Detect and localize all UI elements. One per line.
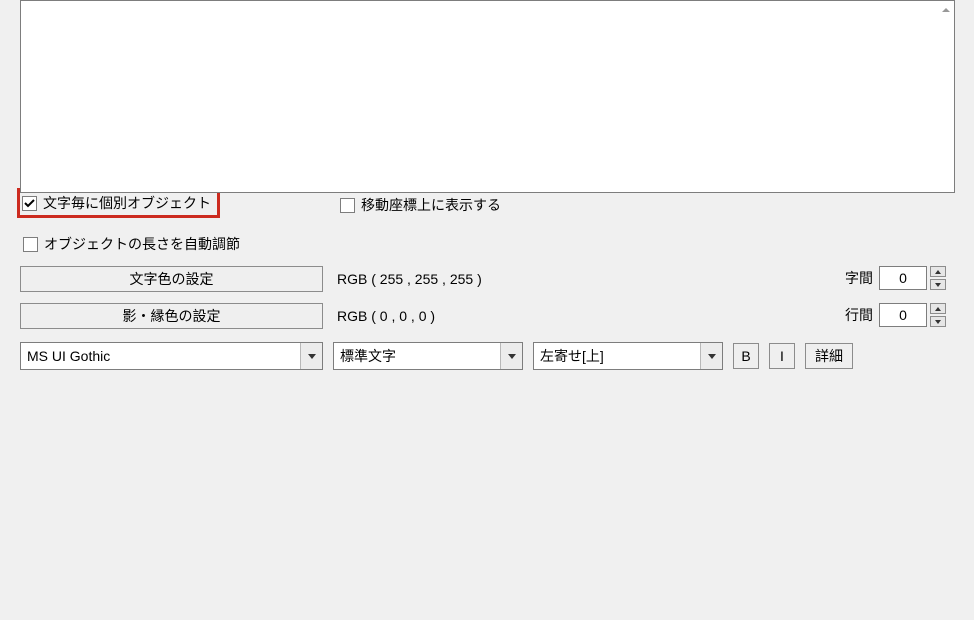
autolen-label: オブジェクトの長さを自動調節 <box>44 234 240 254</box>
dropdown-arrow-icon <box>300 343 322 369</box>
detail-button[interactable]: 詳細 <box>805 343 853 369</box>
detail-button-label: 詳細 <box>815 346 843 366</box>
shadow-color-button[interactable]: 影・縁色の設定 <box>20 303 323 329</box>
line-spacing-label: 行間 <box>845 305 873 325</box>
text-input-area[interactable] <box>20 0 955 193</box>
dropdown-arrow-icon <box>500 343 522 369</box>
perchar-checkbox[interactable] <box>22 196 37 211</box>
shadow-color-value: RGB ( 0 , 0 , 0 ) <box>337 308 435 324</box>
char-spacing-label: 字間 <box>845 268 873 288</box>
bold-button-label: B <box>741 348 750 364</box>
bold-button[interactable]: B <box>733 343 759 369</box>
char-spacing-down[interactable] <box>930 279 946 290</box>
line-spacing-field[interactable]: 0 <box>879 303 927 327</box>
line-spacing-down[interactable] <box>930 316 946 327</box>
scroll-up-icon[interactable] <box>940 3 952 19</box>
font-weight-value: 標準文字 <box>334 346 500 366</box>
char-spacing-field[interactable]: 0 <box>879 266 927 290</box>
font-align-value: 左寄せ[上] <box>534 346 700 366</box>
font-align-select[interactable]: 左寄せ[上] <box>533 342 723 370</box>
font-weight-select[interactable]: 標準文字 <box>333 342 523 370</box>
autolen-checkbox[interactable] <box>23 237 38 252</box>
text-color-button-label: 文字色の設定 <box>130 269 214 289</box>
movecoord-label: 移動座標上に表示する <box>361 195 501 215</box>
char-spacing-up[interactable] <box>930 266 946 277</box>
shadow-color-button-label: 影・縁色の設定 <box>123 306 221 326</box>
italic-button-label: I <box>780 348 784 364</box>
dropdown-arrow-icon <box>700 343 722 369</box>
text-color-value: RGB ( 255 , 255 , 255 ) <box>337 271 482 287</box>
perchar-label: 文字毎に個別オブジェクト <box>43 193 211 213</box>
line-spacing-up[interactable] <box>930 303 946 314</box>
font-family-value: MS UI Gothic <box>21 348 300 364</box>
italic-button[interactable]: I <box>769 343 795 369</box>
font-family-select[interactable]: MS UI Gothic <box>20 342 323 370</box>
text-color-button[interactable]: 文字色の設定 <box>20 266 323 292</box>
movecoord-checkbox[interactable] <box>340 198 355 213</box>
